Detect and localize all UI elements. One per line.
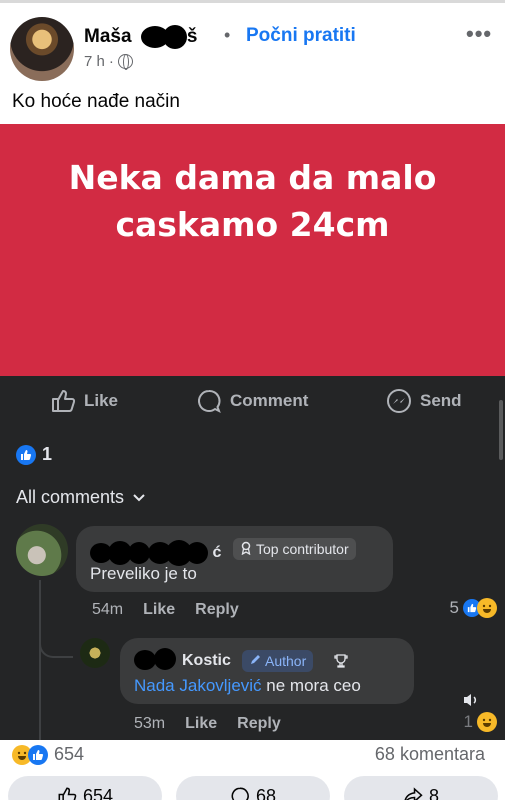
- follow-button[interactable]: Počni pratiti: [246, 25, 356, 47]
- reply-text: Nada Jakovljević ne mora ceo: [134, 676, 361, 695]
- reply-reactions[interactable]: 1: [464, 712, 497, 732]
- comments-filter-dropdown[interactable]: All comments: [16, 487, 146, 508]
- author-avatar[interactable]: [10, 17, 74, 81]
- author-badge[interactable]: Author: [242, 650, 314, 672]
- thumbs-up-icon: [50, 388, 76, 414]
- chevron-down-icon: [132, 487, 146, 508]
- pencil-icon: [249, 653, 261, 669]
- post-text: Ko hoće nađe način: [12, 91, 180, 112]
- author-name[interactable]: Maša š: [84, 25, 197, 49]
- reply-bubble: Kostic Author Nada Jakovljević ne mora c…: [120, 638, 414, 704]
- post-header: Maša š • Počni pratiti ••• 7 h ·: [0, 0, 505, 86]
- reply-like-button[interactable]: Like: [185, 715, 217, 733]
- messenger-icon: [386, 388, 412, 414]
- send-button[interactable]: Send: [386, 388, 462, 414]
- reply-reply-button[interactable]: Reply: [237, 715, 281, 733]
- redaction-mark: [134, 650, 156, 670]
- more-options-icon[interactable]: •••: [466, 21, 492, 47]
- redaction-mark: [154, 648, 176, 670]
- comment-meta: 54m Like Reply: [92, 601, 239, 619]
- thread-connector: [39, 624, 73, 658]
- share-icon: [403, 786, 423, 800]
- globe-icon: [117, 54, 133, 70]
- commenter-name[interactable]: ć: [90, 540, 221, 566]
- comment-bubble-icon: [230, 786, 250, 800]
- thumbs-up-icon: [57, 786, 77, 800]
- meta-dot: ·: [108, 53, 114, 70]
- top-contributor-badge[interactable]: Top contributor: [233, 538, 356, 560]
- like-reaction-icon: [28, 744, 48, 765]
- reply-author-name[interactable]: Kostic: [182, 652, 231, 670]
- haha-reaction-icon: [477, 712, 497, 732]
- separator-dot: •: [224, 25, 231, 45]
- post-meta: 7 h ·: [84, 53, 133, 70]
- footer-comment-button[interactable]: 68: [176, 776, 330, 800]
- post-banner[interactable]: Neka dama da malo caskamo 24cm: [0, 124, 505, 376]
- redaction-mark: [162, 25, 187, 49]
- comment-reply-button[interactable]: Reply: [195, 601, 239, 619]
- post-time[interactable]: 7 h: [84, 53, 105, 70]
- comment-bubble-icon: [196, 388, 222, 414]
- comment-reactions[interactable]: 5: [450, 598, 497, 618]
- comment-text: Preveliko je to: [90, 564, 197, 583]
- speaker-icon[interactable]: [462, 692, 480, 713]
- thread-line: [39, 580, 41, 740]
- like-button[interactable]: Like: [50, 388, 118, 414]
- footer-share-button[interactable]: 8: [344, 776, 498, 800]
- trophy-icon[interactable]: [330, 650, 352, 672]
- reaction-summary[interactable]: 1: [16, 444, 52, 465]
- redaction-mark: [128, 542, 150, 564]
- redaction-mark: [186, 542, 208, 564]
- reaction-total[interactable]: 654: [12, 744, 84, 765]
- post-footer: 654 68 komentara 654 68 8: [0, 740, 505, 800]
- banner-text: Neka dama da malo caskamo 24cm: [68, 158, 437, 244]
- author-reply-avatar[interactable]: [80, 638, 110, 668]
- mention-link[interactable]: Nada Jakovljević: [134, 676, 262, 695]
- action-bar: Like Comment Send: [0, 388, 505, 428]
- comment-bubble: ć Top contributor Preveliko je to: [76, 526, 393, 592]
- commenter-avatar[interactable]: [16, 524, 68, 576]
- haha-reaction-icon: [477, 598, 497, 618]
- comment-button[interactable]: Comment: [196, 388, 308, 414]
- comment-like-button[interactable]: Like: [143, 601, 175, 619]
- comments-panel: Like Comment Send 1 All comments ć Top c…: [0, 376, 505, 740]
- footer-like-button[interactable]: 654: [8, 776, 162, 800]
- reply-time[interactable]: 53m: [134, 715, 165, 733]
- comment-time[interactable]: 54m: [92, 601, 123, 619]
- like-reaction-icon: [16, 444, 36, 465]
- comments-total[interactable]: 68 komentara: [375, 744, 485, 765]
- scrollbar[interactable]: [499, 400, 503, 460]
- badge-icon: [240, 541, 252, 558]
- reply-meta: 53m Like Reply: [134, 715, 281, 733]
